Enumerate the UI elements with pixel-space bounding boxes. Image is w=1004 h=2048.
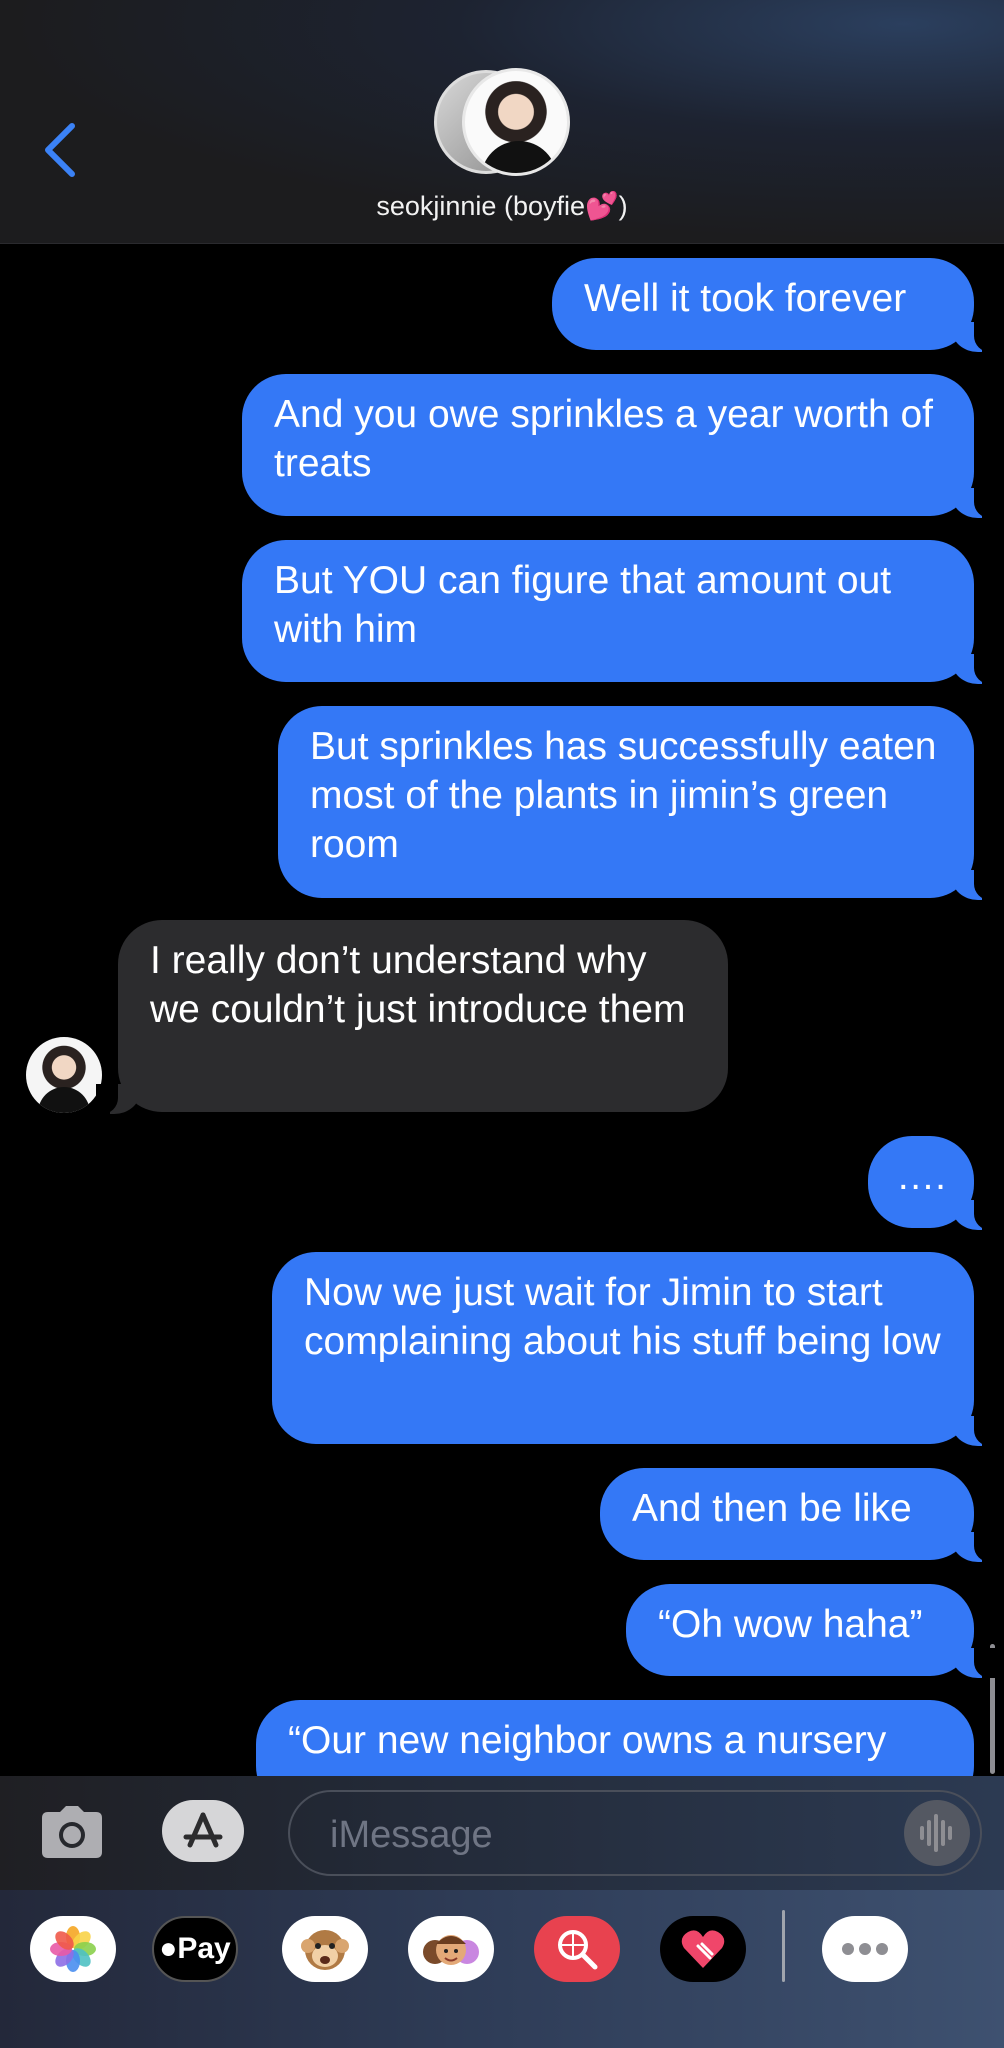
memoji-icon[interactable] [408,1916,494,1982]
message-text: Well it took forever [584,277,907,320]
message-text: …. [896,1155,946,1198]
message-bubble-outgoing[interactable]: And you owe sprinkles a year worth of tr… [242,374,996,518]
message-bubble-outgoing[interactable]: …. [868,1136,996,1230]
contact-avatar[interactable] [434,68,570,178]
message-text: But YOU can figure that amount out with … [274,559,892,651]
imessage-input[interactable]: iMessage [288,1790,982,1876]
chevron-left-icon[interactable] [38,120,86,180]
photos-icon[interactable] [30,1916,116,1982]
compose-bar: iMessage [0,1776,1004,1890]
app-drawer-divider [782,1910,785,1982]
message-text: I really don’t understand why we couldn’… [150,939,686,1031]
message-bubble-outgoing[interactable]: But YOU can figure that amount out with … [242,540,996,684]
sender-avatar[interactable] [26,1037,102,1113]
message-text: “Oh wow haha” [658,1603,923,1646]
message-text: And you owe sprinkles a year worth of tr… [274,393,934,485]
message-bubble-outgoing[interactable]: “Oh wow haha” [626,1584,996,1678]
message-bubble-outgoing[interactable]: Well it took forever [552,258,996,352]
message-thread[interactable]: Well it took forever And you owe sprinkl… [0,244,1004,1776]
message-text: “Our new neighbor owns a nursery [288,1719,887,1762]
message-text: But sprinkles has successfully eaten mos… [310,725,937,866]
conversation-header: seokjinnie (boyfie💕) [0,0,1004,244]
message-bubble-outgoing[interactable]: Now we just wait for Jimin to start comp… [272,1252,996,1446]
apple-pay-icon[interactable]: ●Pay [152,1916,238,1982]
more-apps-icon[interactable] [822,1916,908,1982]
message-bubble-outgoing[interactable]: But sprinkles has successfully eaten mos… [278,706,996,900]
waveform-icon[interactable] [904,1800,970,1866]
app-drawer: ●Pay [0,1890,1004,2048]
animoji-icon[interactable] [282,1916,368,1982]
message-bubble-outgoing[interactable]: And then be like [600,1468,996,1562]
message-bubble-outgoing[interactable]: “Our new neighbor owns a nursery [256,1700,974,1776]
images-search-icon[interactable] [534,1916,620,1982]
digital-touch-icon[interactable] [660,1916,746,1982]
imessage-placeholder: iMessage [330,1814,493,1856]
contact-name[interactable]: seokjinnie (boyfie💕) [0,190,1004,222]
contact-avatar-primary [462,68,570,176]
message-text: Now we just wait for Jimin to start comp… [304,1271,941,1363]
message-bubble-incoming[interactable]: I really don’t understand why we couldn’… [96,920,728,1114]
app-store-icon[interactable] [162,1800,244,1862]
message-text: And then be like [632,1487,912,1530]
apple-pay-label: ●Pay [159,1932,231,1965]
camera-icon[interactable] [40,1804,104,1860]
